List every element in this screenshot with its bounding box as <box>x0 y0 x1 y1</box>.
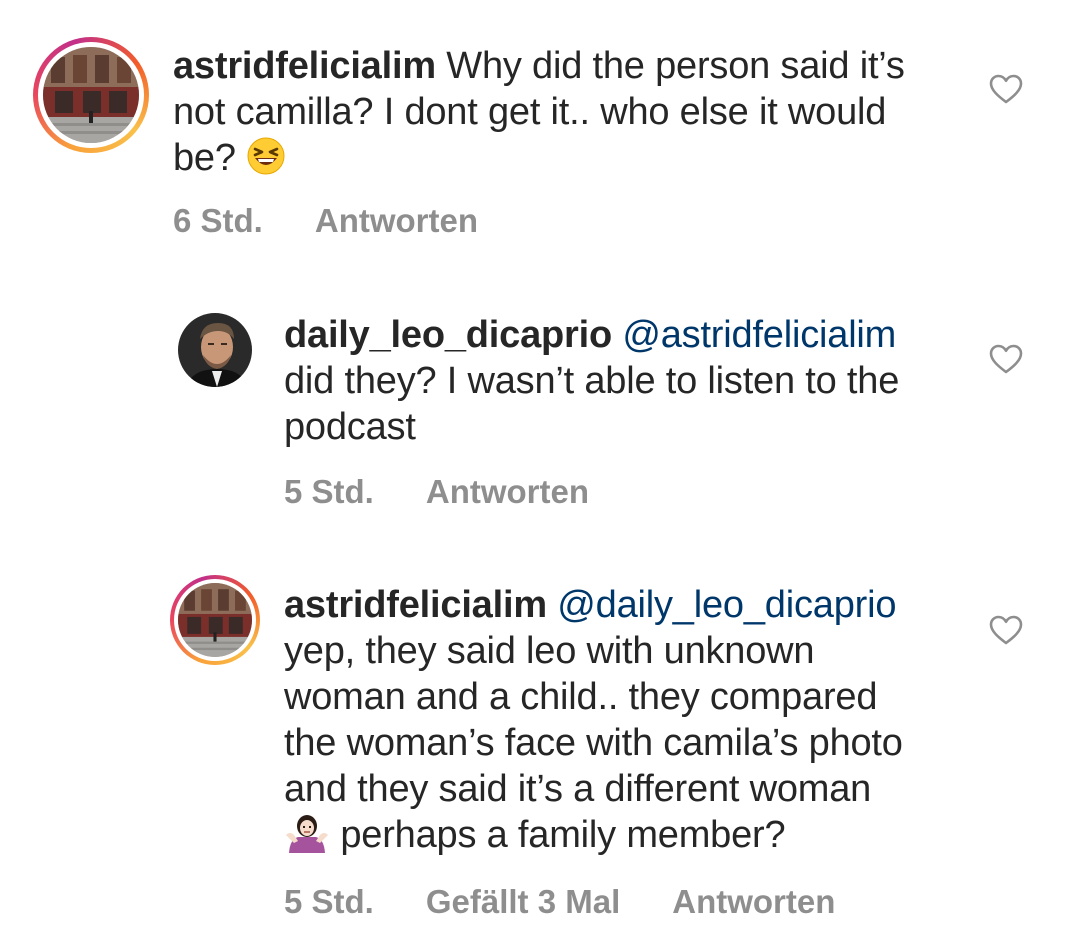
grinning-squinting-face-icon <box>246 136 286 187</box>
timestamp: 6 Std. <box>173 202 263 239</box>
comment-body: and they said it’s a different woman <box>284 768 872 810</box>
comment-meta: 5 Std. Gefällt 3 Mal Antworten <box>284 883 835 921</box>
heart-icon[interactable] <box>989 615 1023 645</box>
person-shrugging-icon <box>284 813 330 864</box>
comment-body: be? <box>173 137 247 179</box>
comment-text: daily_leo_dicaprio @astridfelicialim did… <box>284 312 974 450</box>
comment-body: Why did the person said it’s <box>435 45 905 87</box>
avatar[interactable] <box>43 47 139 143</box>
reply-button[interactable]: Antworten <box>672 883 835 921</box>
comment-body: yep, they said leo with unknown <box>284 630 815 672</box>
comment-1: astridfelicialim Why did the person said… <box>0 0 1080 260</box>
comment-body: did they? I wasn’t able to listen to the <box>284 360 900 402</box>
comment-text: astridfelicialim @daily_leo_dicaprio yep… <box>284 582 974 864</box>
mention-link[interactable]: @astridfelicialim <box>622 314 896 356</box>
reply-1: daily_leo_dicaprio @astridfelicialim did… <box>0 300 1080 530</box>
heart-icon[interactable] <box>989 74 1023 104</box>
likes-count[interactable]: Gefällt 3 Mal <box>426 883 620 921</box>
reply-button[interactable]: Antworten <box>315 202 478 240</box>
comment-body: woman and a child.. they compared <box>284 676 878 718</box>
comment-body: podcast <box>284 406 416 448</box>
story-ring[interactable] <box>170 575 260 665</box>
heart-icon[interactable] <box>989 344 1023 374</box>
mention-link[interactable]: @daily_leo_dicaprio <box>557 584 896 626</box>
story-ring[interactable] <box>33 37 149 153</box>
reply-2: astridfelicialim @daily_leo_dicaprio yep… <box>0 570 1080 947</box>
comment-meta: 6 Std. Antworten <box>173 202 478 240</box>
timestamp: 5 Std. <box>284 473 374 510</box>
comment-text: astridfelicialim Why did the person said… <box>173 43 963 187</box>
timestamp: 5 Std. <box>284 883 374 920</box>
avatar[interactable] <box>178 583 252 657</box>
username[interactable]: astridfelicialim <box>284 584 547 626</box>
comment-body: the woman’s face with camila’s photo <box>284 722 903 764</box>
username[interactable]: astridfelicialim <box>173 45 436 87</box>
reply-button[interactable]: Antworten <box>426 473 589 511</box>
avatar[interactable] <box>178 313 252 387</box>
comment-body: not camilla? I dont get it.. who else it… <box>173 91 887 133</box>
comment-body: perhaps a family member? <box>330 814 786 856</box>
comment-meta: 5 Std. Antworten <box>284 473 589 511</box>
username[interactable]: daily_leo_dicaprio <box>284 314 612 356</box>
